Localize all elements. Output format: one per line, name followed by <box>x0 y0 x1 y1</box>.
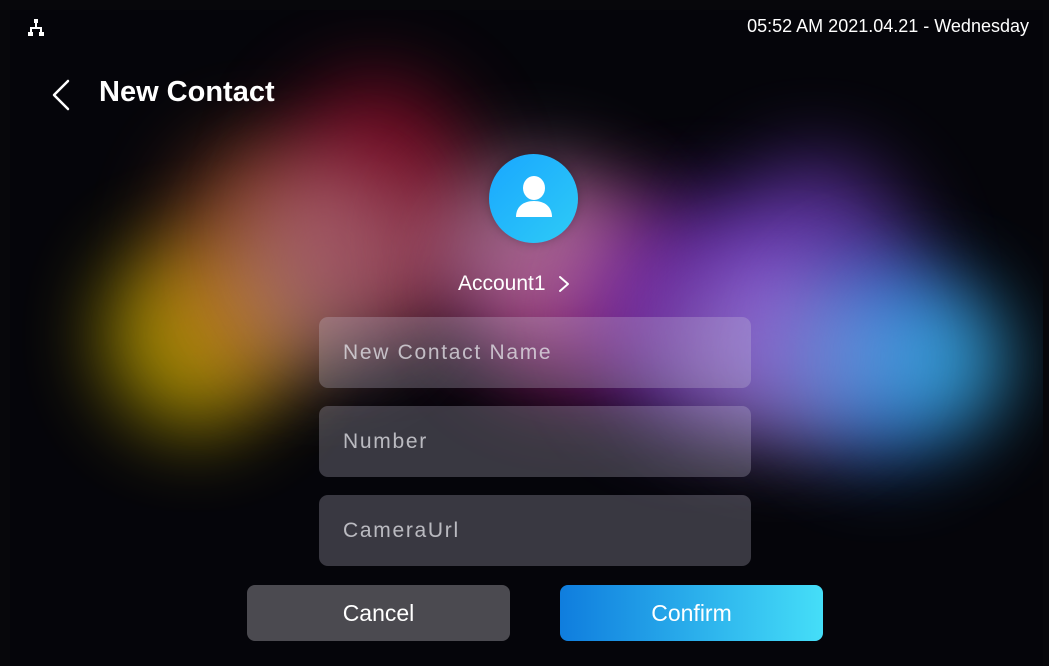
chevron-left-icon[interactable] <box>48 78 74 112</box>
screen: 05:52 AM 2021.04.21 - Wednesday New Cont… <box>10 10 1043 666</box>
page-title: New Contact <box>99 76 275 108</box>
avatar[interactable] <box>489 154 578 243</box>
background-blob-cyan <box>870 290 1010 430</box>
number-field[interactable] <box>319 406 751 477</box>
status-bar: 05:52 AM 2021.04.21 - Wednesday <box>10 10 1043 46</box>
network-topology-icon <box>28 19 44 36</box>
account-selector[interactable]: Account1 <box>450 269 610 299</box>
number-input[interactable] <box>341 428 751 455</box>
account-label: Account1 <box>458 272 546 295</box>
person-icon <box>516 176 552 217</box>
camera-url-field[interactable] <box>319 495 751 566</box>
chevron-right-icon <box>558 276 569 292</box>
camera-url-input[interactable] <box>341 517 751 544</box>
contact-name-field[interactable] <box>319 317 751 388</box>
confirm-button[interactable]: Confirm <box>560 585 823 641</box>
cancel-button[interactable]: Cancel <box>247 585 510 641</box>
contact-name-input[interactable] <box>341 339 751 366</box>
status-datetime: 05:52 AM 2021.04.21 - Wednesday <box>747 16 1029 36</box>
